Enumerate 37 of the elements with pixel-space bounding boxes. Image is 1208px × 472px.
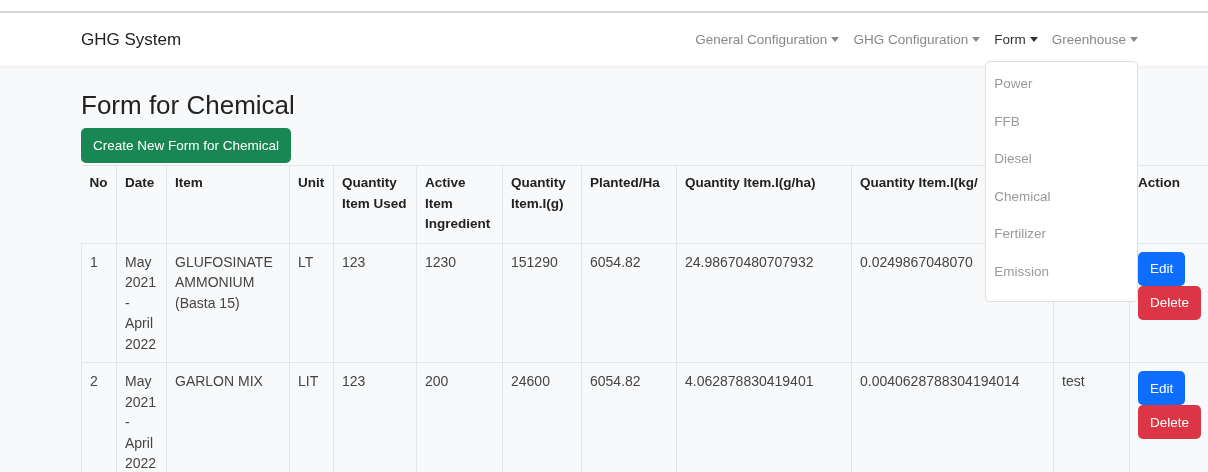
edit-button[interactable]: Edit [1138,371,1186,405]
table-cell: 123 [333,243,417,363]
nav-menu[interactable]: General Configuration [695,32,840,47]
column-header: Active Item Ingredient [416,165,503,243]
nav-menu[interactable]: GHG Configuration [853,32,981,47]
caret-icon [972,37,981,42]
caret-icon [1130,37,1138,42]
nav-menu[interactable]: Form [994,32,1038,47]
page-title: Form for Chemical [81,90,295,121]
column-header: Quantity Item Used [333,165,417,243]
column-header: No [81,165,117,243]
table-cell: 151290 [502,243,582,363]
caret-icon [831,37,840,42]
column-header: Planted/Ha [581,165,677,243]
column-header: Quantity Item.I(g) [502,165,582,243]
nav-menu[interactable]: Greenhouse [1051,32,1138,47]
create-button[interactable]: Create New Form for Chemical [81,128,292,163]
column-header: Item [166,165,290,243]
column-header: Unit [289,165,334,243]
dropdown-item[interactable]: Power [986,70,1138,108]
table-cell: May 2021 - April 2022 [116,243,167,363]
table-cell: 1230 [416,243,503,363]
column-header: Quantity Item.I(g/ha) [676,165,852,243]
brand-name[interactable]: GHG System [81,29,696,50]
column-header: Date [116,165,167,243]
delete-button[interactable]: Delete [1138,285,1202,320]
table-cell: 24.98670480707932 [676,243,852,363]
dropdown-item[interactable]: Emission [986,257,1138,295]
table-cell: 1 [81,243,117,363]
table-cell: LT [289,243,334,363]
table-cell: 6054.82 [581,243,677,363]
table-cell: GLUFOSINATE AMMONIUM (Basta 15) [166,243,290,363]
edit-button[interactable]: Edit [1138,251,1186,286]
caret-icon [1029,37,1038,42]
delete-button[interactable]: Delete [1138,405,1202,439]
dropdown-item[interactable]: FFB [986,107,1138,145]
table-cell: 2 [81,362,117,472]
